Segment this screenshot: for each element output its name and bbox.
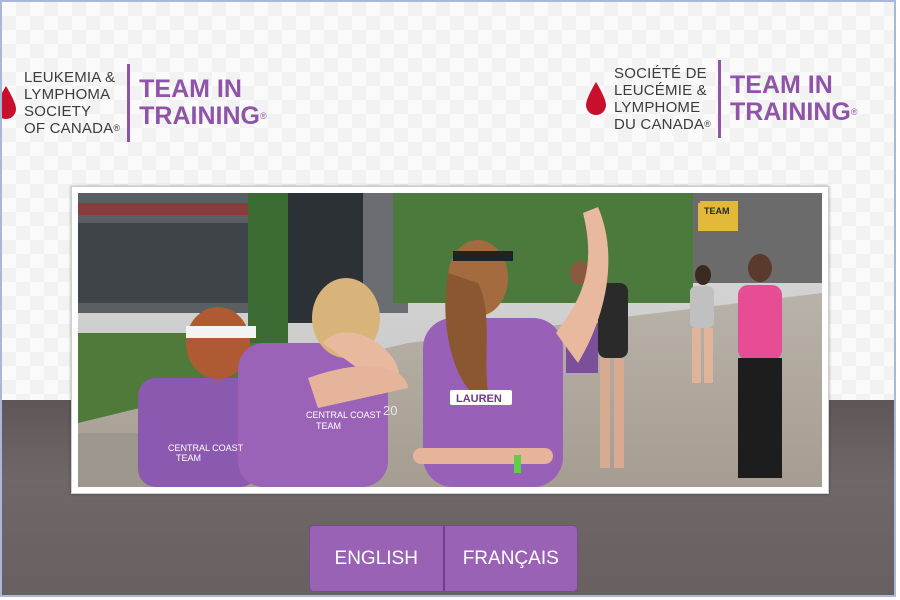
shirt-text: CENTRAL COAST bbox=[306, 410, 382, 420]
banner-text: TEAM bbox=[704, 206, 730, 216]
shirt-name: LAUREN bbox=[456, 393, 502, 405]
shirt-text: TEAM bbox=[316, 421, 341, 431]
org-name-french: SOCIÉTÉ DE LEUCÉMIE & LYMPHOME DU CANADA… bbox=[614, 65, 711, 133]
org-name-english: LEUKEMIA & LYMPHOMA SOCIETY OF CANADA® bbox=[24, 69, 120, 137]
logo-divider bbox=[718, 60, 721, 138]
org-line: DU CANADA® bbox=[614, 116, 711, 133]
french-button[interactable]: FRANÇAIS bbox=[445, 526, 578, 591]
blood-drop-icon bbox=[586, 82, 606, 115]
blood-drop-icon bbox=[2, 86, 16, 119]
org-line: LEUKEMIA & bbox=[24, 69, 116, 86]
org-line: SOCIETY bbox=[24, 103, 92, 120]
org-line: LYMPHOME bbox=[614, 99, 701, 116]
shirt-text: CENTRAL COAST bbox=[168, 443, 244, 453]
hero-photo: CENTRAL COAST TEAM CENTRAL COAST TEAM LA… bbox=[78, 193, 822, 487]
team-in-training-wordmark: TEAM IN TRAINING® bbox=[730, 71, 858, 126]
hero-photo-frame: CENTRAL COAST TEAM CENTRAL COAST TEAM LA… bbox=[71, 186, 829, 494]
splash-page: LEUKEMIA & LYMPHOMA SOCIETY OF CANADA® T… bbox=[0, 0, 896, 597]
language-selector: ENGLISH FRANÇAIS bbox=[309, 525, 578, 592]
lls-logo-french: SOCIÉTÉ DE LEUCÉMIE & LYMPHOME DU CANADA… bbox=[586, 60, 857, 138]
lls-logo-english: LEUKEMIA & LYMPHOMA SOCIETY OF CANADA® T… bbox=[2, 64, 267, 142]
shirt-number: 20 bbox=[383, 403, 397, 418]
logo-divider bbox=[127, 64, 131, 142]
org-line: LYMPHOMA bbox=[24, 86, 111, 103]
org-line: OF CANADA® bbox=[24, 120, 121, 137]
team-in-training-wordmark: TEAM IN TRAINING® bbox=[139, 75, 267, 130]
org-line: LEUCÉMIE & bbox=[614, 82, 707, 99]
english-button[interactable]: ENGLISH bbox=[310, 526, 443, 591]
shirt-text: TEAM bbox=[176, 453, 201, 463]
org-line: SOCIÉTÉ DE bbox=[614, 65, 707, 82]
